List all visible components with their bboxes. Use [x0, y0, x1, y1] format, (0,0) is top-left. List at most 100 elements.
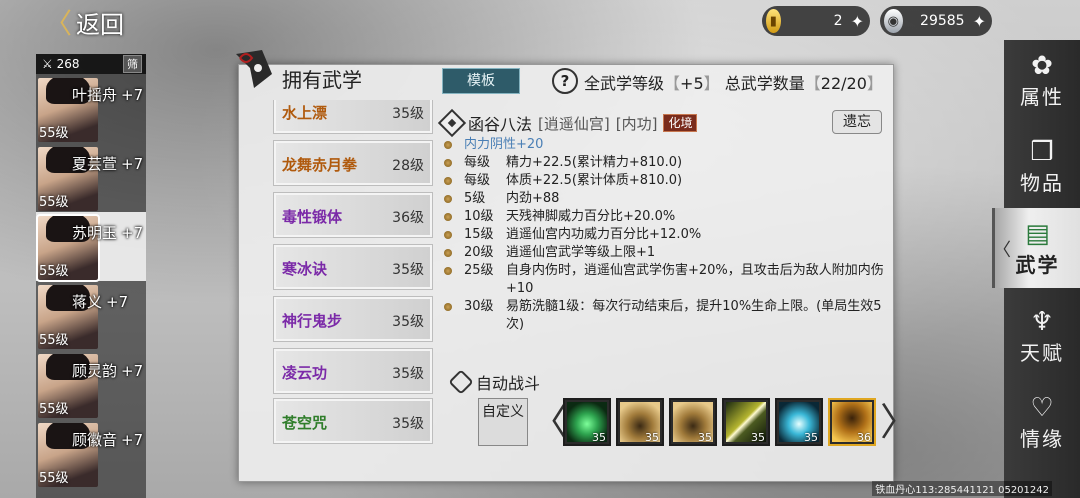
effect-row: 15级 逍遥仙宫内功威力百分比+12.0% [444, 226, 884, 244]
hero-name: 顾灵韵 +7 [72, 362, 144, 380]
add-gold-button[interactable]: ✦ [851, 12, 864, 31]
hero-sidebar: ⚔ 268 筛 叶摇舟 +7 55级 夏芸萱 +7 55级 苏明玉 +7 55级 蒋义… [36, 54, 146, 498]
custom-button[interactable]: 自定义 [478, 398, 528, 446]
skill-name: 神行鬼步 [282, 312, 343, 330]
skill-detail-type: [内功] [615, 114, 658, 133]
panel-title: 拥有武学 [282, 68, 362, 92]
skill-slot[interactable]: 35 [669, 398, 717, 446]
effect-row: 20级 逍遥仙宫武学等级上限+1 [444, 244, 884, 262]
slot-count: 35 [804, 431, 818, 444]
filter-button[interactable]: 筛 [123, 55, 142, 73]
skill-item[interactable]: 神行鬼步 35级 [273, 296, 433, 342]
skill-name: 龙舞赤月拳 [282, 156, 358, 174]
hero-item[interactable]: 叶摇舟 +7 55级 [36, 74, 146, 143]
bullet-icon [444, 195, 452, 203]
nav-item-attributes[interactable]: ✿ 属性 [1004, 40, 1080, 120]
back-chevron-icon: 〈 [44, 7, 73, 40]
hero-item[interactable]: 蒋义 +7 55级 [36, 281, 146, 350]
skill-level: 35级 [392, 106, 424, 122]
sort-icon: ⚔ [42, 57, 53, 71]
forget-button[interactable]: 遗忘 [832, 110, 882, 134]
hero-level: 55级 [39, 333, 69, 348]
hero-level: 55级 [39, 195, 69, 210]
martial-book-icon: ▤ [1025, 218, 1050, 249]
silver-currency: ◉ 29585 ✦ [880, 6, 992, 36]
skill-name: 寒冰诀 [282, 260, 328, 278]
sidebar-filter-row: ⚔ 268 筛 [36, 54, 146, 74]
silver-amount: 29585 [920, 13, 965, 29]
skill-slot-active[interactable]: 36 [828, 398, 876, 446]
nav-label: 属性 [1020, 84, 1064, 109]
hero-name: 苏明玉 +7 [72, 224, 144, 242]
next-arrow-icon[interactable]: 〉 [880, 400, 918, 444]
add-silver-button[interactable]: ✦ [973, 12, 986, 31]
skill-item[interactable]: 苍空咒 35级 [273, 398, 433, 444]
skill-list[interactable]: 水上漂 35级 龙舞赤月拳 28级 毒性锻体 36级 寒冰诀 35级 神行鬼步 … [265, 100, 437, 480]
hero-level: 55级 [39, 264, 69, 279]
bullet-icon [444, 177, 452, 185]
back-button[interactable]: 〈 返回 [44, 4, 124, 40]
hero-level: 55级 [39, 126, 69, 141]
panel-header: 拥有武学 模板 ? 全武学等级【+5】 总武学数量【22/20】 [232, 50, 894, 96]
effect-row: 30级 易筋洗髓1级：每次行动结束后，提升10%生命上限。(单局生效5次) [444, 298, 884, 334]
nav-item-martial-arts[interactable]: ▤ 武学 [992, 208, 1080, 288]
skill-name: 凌云功 [282, 364, 328, 382]
heart-icon: ♡ [1030, 392, 1054, 423]
bullet-icon [444, 141, 452, 149]
skill-item[interactable]: 寒冰诀 35级 [273, 244, 433, 290]
slot-count: 35 [645, 431, 659, 444]
auto-battle-header: 自动战斗 [448, 369, 541, 395]
nav-label: 武学 [1015, 252, 1060, 277]
skill-level: 35级 [392, 416, 424, 432]
auto-battle-label: 自动战斗 [476, 374, 541, 393]
skill-slot[interactable]: 35 [563, 398, 611, 446]
skill-slot[interactable]: 35 [722, 398, 770, 446]
help-icon[interactable]: ? [552, 68, 578, 94]
bullet-icon [444, 159, 452, 167]
skill-level: 35级 [392, 314, 424, 330]
effect-row: 每级 精力+22.5(累计精力+810.0) [444, 154, 884, 172]
skill-level: 35级 [392, 262, 424, 278]
skill-effects: 内力阴性+20 每级 精力+22.5(累计精力+810.0) 每级 体质+22.5(… [444, 136, 884, 334]
bullet-icon [444, 213, 452, 221]
slot-count: 36 [857, 431, 871, 444]
hero-item[interactable]: 顾灵韵 +7 55级 [36, 350, 146, 419]
nav-label: 情缘 [1020, 426, 1064, 451]
hero-item[interactable]: 夏芸萱 +7 55级 [36, 143, 146, 212]
diamond-icon [437, 108, 467, 138]
hero-name: 顾徽音 +7 [72, 431, 144, 449]
skill-slot[interactable]: 35 [616, 398, 664, 446]
sidebar-sort-value[interactable]: ⚔ 268 [42, 57, 80, 71]
shuriken-icon [236, 50, 272, 88]
skill-detail-name: 函谷八法 [468, 115, 533, 134]
template-button[interactable]: 模板 [442, 68, 520, 94]
skill-level: 28级 [392, 158, 424, 174]
skill-detail-school: [逍遥仙宫] [538, 114, 610, 133]
slot-count: 35 [698, 431, 712, 444]
back-label: 返回 [76, 10, 125, 39]
hero-level: 55级 [39, 402, 69, 417]
hero-item-selected[interactable]: 苏明玉 +7 55级 [36, 212, 146, 282]
nav-label: 天赋 [1020, 340, 1064, 365]
nav-item-items[interactable]: ❒ 物品 [1004, 126, 1080, 206]
bullet-icon [444, 267, 452, 275]
effect-row: 10级 天残神脚威力百分比+20.0% [444, 208, 884, 226]
nav-item-affinity[interactable]: ♡ 情缘 [1004, 382, 1080, 462]
skill-item[interactable]: 龙舞赤月拳 28级 [273, 140, 433, 186]
gold-currency: ▮ 2 ✦ [762, 6, 870, 36]
nav-item-talent[interactable]: ♆ 天赋 [1004, 296, 1080, 376]
skill-realm-badge: 化境 [663, 114, 698, 132]
effect-row: 每级 体质+22.5(累计体质+810.0) [444, 172, 884, 190]
skill-item[interactable]: 凌云功 35级 [273, 348, 433, 394]
skill-slot[interactable]: 35 [775, 398, 823, 446]
attribute-icon: ✿ [1031, 50, 1053, 81]
skill-item[interactable]: 水上漂 35级 [273, 100, 433, 134]
bullet-icon [444, 231, 452, 239]
nav-label: 物品 [1020, 170, 1064, 195]
skill-item[interactable]: 毒性锻体 36级 [273, 192, 433, 238]
effect-row: 5级 内劲+88 [444, 190, 884, 208]
hero-item[interactable]: 顾徽音 +7 55级 [36, 419, 146, 488]
skill-level: 35级 [392, 366, 424, 382]
skill-name: 水上漂 [282, 104, 328, 122]
gold-ingot-icon: ▮ [766, 9, 781, 33]
